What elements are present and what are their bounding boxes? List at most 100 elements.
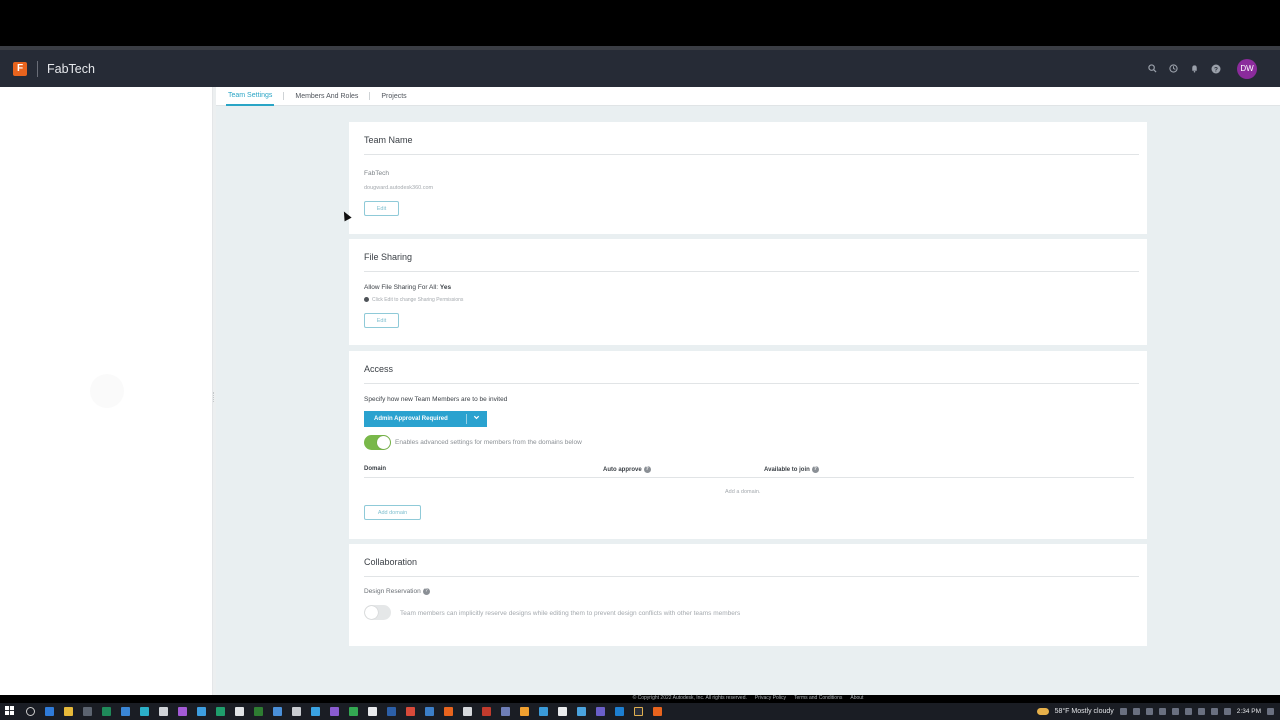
team-name-value: FabTech [364, 170, 389, 177]
copyright-text: © Copyright 2022 Autodesk, Inc. All righ… [632, 695, 747, 701]
taskbar-app-icon[interactable] [83, 707, 92, 716]
taskbar-search-icon[interactable] [26, 707, 35, 716]
taskbar-app-icon[interactable] [596, 707, 605, 716]
history-icon[interactable] [1168, 63, 1179, 74]
fabtech-logo[interactable]: F [13, 61, 27, 76]
taskbar-app-icon[interactable] [539, 707, 548, 716]
taskbar-app-icon[interactable] [653, 707, 662, 716]
cloud-icon[interactable] [1132, 708, 1140, 715]
windows-start-icon[interactable] [5, 706, 16, 717]
info-icon [364, 297, 369, 303]
taskbar-app-icon[interactable] [387, 707, 396, 716]
taskbar-app-icon[interactable] [520, 707, 529, 716]
volume-icon[interactable] [1210, 708, 1218, 715]
footer-link-about[interactable]: About [850, 695, 863, 701]
taskbar-app-icon[interactable] [444, 707, 453, 716]
help-icon[interactable]: ? [1210, 63, 1221, 74]
tray-chevron-icon[interactable] [1119, 708, 1127, 715]
card-divider [364, 576, 1139, 577]
advanced-domain-toggle-label: Enables advanced settings for members fr… [395, 439, 582, 446]
tab-separator [369, 92, 371, 100]
design-reservation-toggle[interactable] [364, 605, 391, 620]
taskbar-app-icon[interactable] [140, 707, 149, 716]
settings-tabs: Team Settings Members And Roles Projects [216, 87, 1280, 106]
taskbar-app-icon[interactable] [615, 707, 624, 716]
domain-empty-state: Add a domain. [725, 489, 761, 495]
taskbar-app-icon[interactable] [45, 707, 54, 716]
file-sharing-card: File Sharing Allow File Sharing For All:… [349, 239, 1147, 345]
file-sharing-value: Yes [439, 284, 452, 291]
cloud-icon[interactable] [1158, 708, 1166, 715]
invite-method-dropdown[interactable]: Admin Approval Required [364, 411, 487, 427]
column-available-to-join: Available to join? [764, 466, 819, 473]
clock-time[interactable]: 2:34 PM [1237, 708, 1261, 715]
taskbar-app-icon[interactable] [273, 707, 282, 716]
invite-method-value: Admin Approval Required [374, 416, 448, 422]
footer-link-terms[interactable]: Terms and Conditions [794, 695, 842, 701]
resize-grip[interactable] [213, 392, 215, 402]
cloud-icon[interactable] [1145, 708, 1153, 715]
taskbar-app-icon[interactable] [368, 707, 377, 716]
column-auto-approve-label: Auto approve [603, 467, 642, 474]
screen-top-bezel [0, 0, 1280, 46]
toggle-knob [365, 606, 378, 619]
weather-text[interactable]: 58°F Mostly cloudy [1055, 708, 1114, 715]
taskbar-app-icon[interactable] [311, 707, 320, 716]
header-actions: ? DW [1147, 50, 1257, 87]
taskbar-app-icon[interactable] [216, 707, 225, 716]
card-divider [364, 271, 1139, 272]
tab-projects[interactable]: Projects [379, 87, 408, 106]
design-reservation-text: Design Reservation [364, 588, 421, 596]
svg-text:?: ? [1214, 66, 1218, 73]
design-reservation-description: Team members can implicitly reserve desi… [400, 610, 741, 617]
taskbar-app-icon[interactable] [634, 707, 643, 716]
tab-members-and-roles[interactable]: Members And Roles [293, 87, 360, 106]
tab-team-settings[interactable]: Team Settings [226, 87, 275, 106]
taskbar-app-icon[interactable] [235, 707, 244, 716]
taskbar-app-icon[interactable] [330, 707, 339, 716]
taskbar-app-icon[interactable] [197, 707, 206, 716]
taskbar-app-icon[interactable] [64, 707, 73, 716]
help-icon[interactable]: ? [422, 588, 430, 595]
usb-icon[interactable] [1184, 708, 1192, 715]
help-icon[interactable]: ? [643, 466, 651, 473]
add-domain-button[interactable]: Add domain [364, 505, 421, 520]
help-icon[interactable]: ? [811, 466, 819, 473]
access-description: Specify how new Team Members are to be i… [364, 396, 508, 403]
app-title[interactable]: FabTech [47, 62, 95, 76]
taskbar-app-icon[interactable] [558, 707, 567, 716]
team-name-title: Team Name [364, 135, 413, 145]
table-header-divider [364, 477, 1134, 478]
cloud-icon[interactable] [1171, 708, 1179, 715]
battery-icon[interactable] [1223, 708, 1231, 715]
advanced-domain-toggle[interactable] [364, 435, 391, 450]
user-avatar[interactable]: DW [1237, 58, 1257, 79]
collaboration-card: Collaboration Design Reservation? Team m… [349, 544, 1147, 646]
column-auto-approve: Auto approve? [603, 466, 651, 473]
file-sharing-title: File Sharing [364, 252, 413, 262]
bell-icon[interactable] [1189, 63, 1200, 74]
taskbar-app-icon[interactable] [254, 707, 263, 716]
taskbar-app-icon[interactable] [102, 707, 111, 716]
notification-icon[interactable] [1267, 708, 1274, 715]
taskbar-app-icon[interactable] [121, 707, 130, 716]
taskbar-app-icon[interactable] [406, 707, 415, 716]
file-sharing-edit-button[interactable]: Edit [364, 313, 399, 328]
footer-link-privacy[interactable]: Privacy Policy [755, 695, 786, 701]
taskbar-app-icon[interactable] [577, 707, 586, 716]
taskbar-app-icon[interactable] [349, 707, 358, 716]
taskbar-app-icon[interactable] [292, 707, 301, 716]
search-icon[interactable] [1147, 63, 1158, 74]
taskbar-app-icon[interactable] [159, 707, 168, 716]
taskbar-app-icon[interactable] [501, 707, 510, 716]
system-tray: 58°F Mostly cloudy 2:34 PM [1036, 703, 1274, 720]
file-sharing-label: Allow File Sharing For All: [364, 284, 439, 291]
toggle-knob [377, 436, 390, 449]
wifi-icon[interactable] [1197, 708, 1205, 715]
taskbar-app-icon[interactable] [463, 707, 472, 716]
team-name-edit-button[interactable]: Edit [364, 201, 399, 216]
taskbar-app-icon[interactable] [178, 707, 187, 716]
taskbar-app-icon[interactable] [425, 707, 434, 716]
taskbar-app-icon[interactable] [482, 707, 491, 716]
main-content: Team Settings Members And Roles Projects… [216, 87, 1280, 695]
